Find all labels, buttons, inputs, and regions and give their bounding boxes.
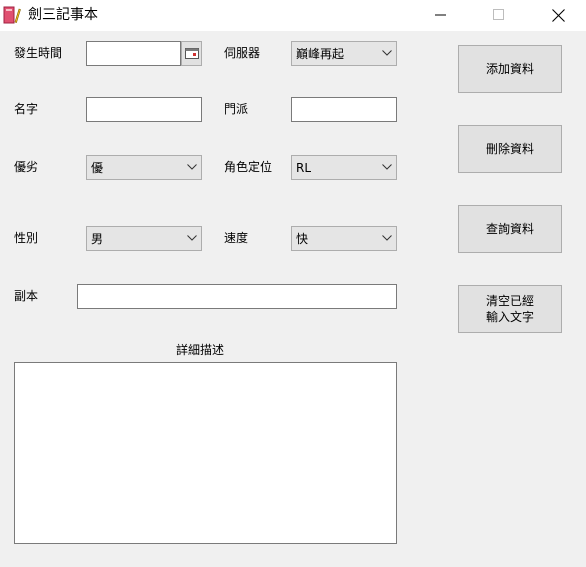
window-title: 劍三記事本 [28,7,98,23]
chevron-down-icon [187,164,197,170]
server-select-value: 巔峰再起 [296,47,345,61]
rating-select-value: 優 [91,161,104,175]
gender-select-value: 男 [91,232,104,246]
time-input[interactable] [86,41,181,66]
role-label: 角色定位 [224,160,273,174]
faction-label: 門派 [224,102,249,116]
delete-record-label: 刪除資料 [485,142,534,156]
title-bar: 劍三記事本 [0,0,586,31]
query-record-button[interactable]: 查詢資料 [458,205,562,253]
query-record-label: 查詢資料 [485,222,534,236]
minimize-icon [435,14,446,16]
speed-label: 速度 [224,231,249,245]
maximize-icon [493,9,504,20]
rating-label: 優劣 [14,160,39,174]
maximize-button[interactable] [476,0,522,31]
delete-record-button[interactable]: 刪除資料 [458,125,562,173]
chevron-down-icon [187,235,197,241]
faction-input[interactable] [291,97,397,122]
chevron-down-icon [382,235,392,241]
add-record-button[interactable]: 添加資料 [458,45,562,93]
gender-label: 性別 [14,231,39,245]
date-picker-button[interactable] [181,41,202,66]
app-notebook-icon [3,6,21,24]
calendar-icon [185,48,199,59]
name-input[interactable] [86,97,202,122]
role-select-value: RL [296,161,312,175]
minimize-button[interactable] [418,0,464,31]
dungeon-input[interactable] [77,284,397,309]
role-select[interactable]: RL [291,155,397,180]
description-label: 詳細描述 [176,343,225,357]
server-select[interactable]: 巔峰再起 [291,41,397,66]
dungeon-label: 副本 [14,289,39,303]
rating-select[interactable]: 優 [86,155,202,180]
clear-input-label-line1: 清空已經 [485,294,534,308]
close-icon [552,9,565,22]
speed-select[interactable]: 快 [291,226,397,251]
name-label: 名字 [14,102,39,116]
clear-input-label-line2: 輸入文字 [485,310,534,324]
close-button[interactable] [535,0,581,31]
chevron-down-icon [382,164,392,170]
add-record-label: 添加資料 [485,62,534,76]
speed-select-value: 快 [296,232,309,246]
server-label: 伺服器 [224,46,261,60]
gender-select[interactable]: 男 [86,226,202,251]
chevron-down-icon [382,50,392,56]
description-textarea[interactable] [14,362,397,544]
clear-input-button[interactable]: 清空已經 輸入文字 [458,285,562,333]
time-label: 發生時間 [14,46,63,60]
